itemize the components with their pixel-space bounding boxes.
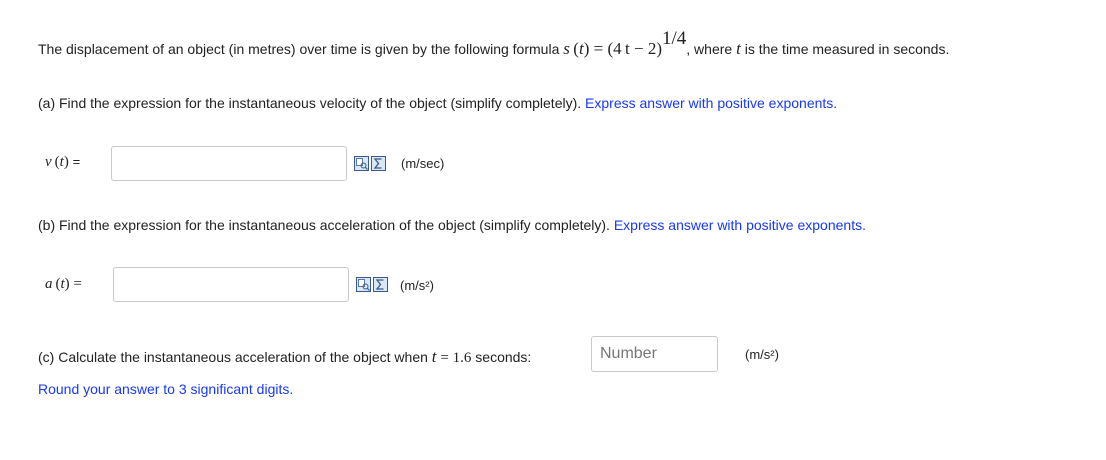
part-b-units: (m/s²) [400, 278, 434, 293]
numeric-answer-input[interactable] [591, 336, 718, 372]
where-variable: t [736, 39, 741, 58]
part-a-label: v (t) = [45, 154, 81, 170]
preview-icon[interactable] [356, 277, 371, 292]
intro-text: The displacement of an object (in metres… [38, 41, 560, 57]
velocity-input-field[interactable] [112, 147, 346, 180]
part-c-variable: t [431, 347, 437, 366]
part-a-units: (m/sec) [401, 156, 445, 171]
numeric-answer-field[interactable] [592, 337, 717, 371]
part-b-hint: Express answer with positive exponents. [613, 217, 866, 233]
part-b-tools [356, 277, 388, 292]
problem-statement: The displacement of an object (in metres… [38, 28, 950, 58]
part-a-tools [354, 156, 386, 171]
velocity-input[interactable] [111, 146, 347, 181]
where-rest: is the time measured in seconds. [744, 41, 950, 57]
where-text: where [694, 41, 733, 57]
part-c-time-value: = 1.6 [440, 350, 472, 366]
displacement-formula: s (t) = (4 t − 2)1/4 [563, 28, 687, 58]
part-b-label: a (t) = [45, 276, 82, 292]
part-a-hint: Express answer with positive exponents. [585, 95, 838, 111]
part-c-units: (m/s²) [745, 347, 779, 362]
acceleration-input-field[interactable] [114, 268, 348, 301]
equation-editor-icon[interactable] [373, 277, 388, 292]
part-c-prompt: (c) Calculate the instantaneous accelera… [38, 347, 532, 366]
preview-icon[interactable] [354, 156, 369, 171]
part-c-seconds: seconds: [475, 349, 532, 365]
equation-editor-icon[interactable] [371, 156, 386, 171]
part-b-prompt: (b) Find the expression for the instanta… [38, 217, 866, 233]
acceleration-input[interactable] [113, 267, 349, 302]
part-a-prompt: (a) Find the expression for the instanta… [38, 95, 838, 111]
rounding-note: Round your answer to 3 significant digit… [38, 381, 294, 397]
